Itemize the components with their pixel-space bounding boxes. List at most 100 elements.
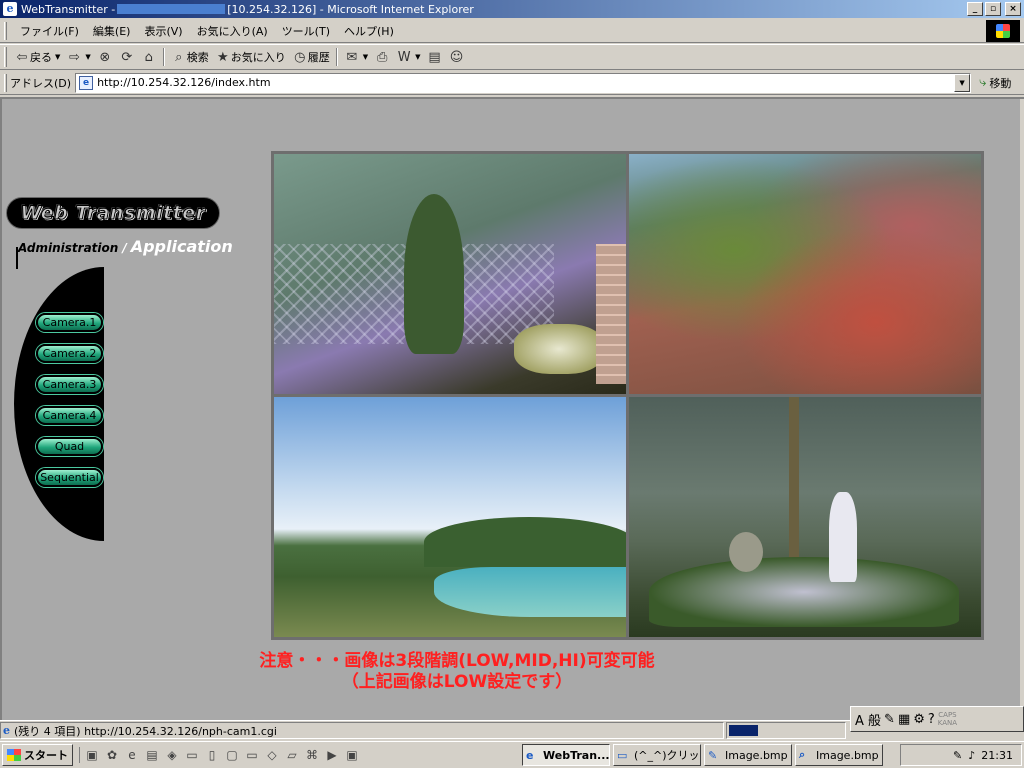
forward-button[interactable]: ⇨ ▼ — [63, 46, 93, 68]
task-image-viewer[interactable]: ⌕ Image.bmp ... — [795, 744, 883, 766]
ime-help-icon[interactable]: ? — [928, 712, 935, 727]
quad-button[interactable]: Quad — [36, 437, 103, 456]
camera-4-feed — [629, 397, 981, 637]
folder-icon: ▭ — [617, 748, 628, 762]
task-folder[interactable]: ▭ (^_^)クリッ... — [613, 744, 701, 766]
refresh-icon: ⟳ — [121, 49, 133, 65]
address-input[interactable] — [97, 76, 938, 89]
print-icon: ⎙ — [376, 49, 388, 65]
stop-button[interactable]: ⊗ — [94, 46, 116, 68]
menu-view[interactable]: 表示(V) — [137, 23, 189, 39]
ql-desktop-icon[interactable]: ▣ — [84, 747, 100, 763]
clock[interactable]: 21:31 — [981, 749, 1013, 762]
cam4-flower-bed — [649, 557, 959, 627]
ime-toolbar: A 般 ✎ ▦ ⚙ ? CAPS KANA — [850, 706, 1024, 732]
menu-edit[interactable]: 編集(E) — [86, 23, 138, 39]
quality-notice: 注意・・・画像は3段階調(LOW,MID,HI)可変可能 （上記画像はLOW設定… — [2, 651, 902, 693]
ql-file-icon[interactable]: ▢ — [224, 747, 240, 763]
system-tray: ✎ ♪ 21:31 — [900, 744, 1022, 766]
menu-tools[interactable]: ツール(T) — [275, 23, 337, 39]
menu-file[interactable]: ファイル(F) — [13, 23, 86, 39]
camera-1-button[interactable]: Camera.1 — [36, 313, 103, 332]
minimize-button[interactable]: _ — [967, 2, 983, 16]
forward-dropdown-icon[interactable]: ▼ — [85, 53, 90, 61]
address-field[interactable]: e ▼ — [75, 72, 972, 93]
start-label: スタート — [24, 749, 68, 762]
ql-doc-icon[interactable]: ▤ — [144, 747, 160, 763]
mail-dropdown-icon[interactable]: ▼ — [363, 53, 368, 61]
toolbar-grip[interactable] — [4, 47, 7, 67]
history-label: 履歴 — [307, 51, 330, 64]
notice-line-2: （上記画像はLOW設定です） — [341, 672, 573, 692]
task-label: Image.bmp ... — [816, 748, 882, 762]
ie-task-icon: e — [526, 748, 534, 762]
favorites-button[interactable]: ★ お気に入り — [212, 46, 289, 68]
back-button[interactable]: ⇦ 戻る ▼ — [11, 46, 63, 68]
back-dropdown-icon[interactable]: ▼ — [55, 53, 60, 61]
history-button[interactable]: ◷ 履歴 — [289, 46, 333, 68]
ql-tool-icon[interactable]: ⌘ — [304, 747, 320, 763]
home-button[interactable]: ⌂ — [138, 46, 160, 68]
status-progress — [726, 722, 846, 739]
ql-shape-icon[interactable]: ◇ — [264, 747, 280, 763]
discuss-button[interactable]: ▤ — [424, 46, 446, 68]
mail-button[interactable]: ✉ ▼ — [341, 46, 371, 68]
content-edge — [1020, 99, 1024, 720]
camera-3-button[interactable]: Camera.3 — [36, 375, 103, 394]
ie-page-icon: e — [3, 2, 17, 16]
ql-network-icon[interactable]: ✿ — [104, 747, 120, 763]
ime-dictionary-icon[interactable]: ✎ — [884, 712, 895, 727]
sequential-button[interactable]: Sequential — [36, 468, 103, 487]
task-label: Image.bmp ... — [725, 748, 791, 762]
address-dropdown-icon[interactable]: ▼ — [954, 73, 971, 92]
cam1-brick-wall — [596, 244, 626, 384]
edit-button[interactable]: W ▼ — [393, 46, 423, 68]
print-button[interactable]: ⎙ — [371, 46, 393, 68]
ime-tools-icon[interactable]: ⚙ — [913, 712, 925, 727]
volume-icon[interactable]: ♪ — [968, 749, 975, 762]
edit-dropdown-icon[interactable]: ▼ — [415, 53, 420, 61]
ql-note-icon[interactable]: ▭ — [244, 747, 260, 763]
address-grip[interactable] — [4, 73, 7, 92]
go-button[interactable]: ⤷ 移動 — [979, 75, 1011, 91]
caps-kana-indicator: CAPS KANA — [937, 711, 958, 727]
maximize-button[interactable]: ▫ — [985, 2, 1001, 16]
application-link[interactable]: Application — [131, 237, 233, 256]
ql-window-icon[interactable]: ▭ — [184, 747, 200, 763]
menu-help[interactable]: ヘルプ(H) — [337, 23, 401, 39]
menu-bar: ファイル(F) 編集(E) 表示(V) お気に入り(A) ツール(T) ヘルプ(… — [0, 19, 1024, 43]
web-transmitter-logo: Web Transmitter — [6, 197, 220, 229]
ql-folder-icon[interactable]: ▯ — [204, 747, 220, 763]
camera-4-button[interactable]: Camera.4 — [36, 406, 103, 425]
ime-pad-icon[interactable]: ▦ — [898, 712, 910, 727]
windows-flag-icon — [7, 749, 21, 761]
close-button[interactable]: × — [1005, 2, 1021, 16]
ql-app-icon[interactable]: ◈ — [164, 747, 180, 763]
task-buttons: eWebTran... ▭(^_^)クリッ... ✎Image.bmp ... … — [522, 744, 883, 766]
windows-logo-icon — [986, 20, 1020, 42]
mode-separator: / — [122, 241, 127, 255]
administration-link[interactable]: Administration — [18, 241, 118, 255]
tray-pen-icon[interactable]: ✎ — [953, 749, 962, 762]
status-message: (残り 4 項目) http://10.254.32.126/nph-cam1.… — [14, 724, 277, 738]
ql-ie-icon[interactable]: e — [124, 747, 140, 763]
refresh-button[interactable]: ⟳ — [116, 46, 138, 68]
window-title: WebTransmitter - [10.254.32.126] - Micro… — [21, 3, 474, 16]
page-content: Web Transmitter Administration / Applicati… — [0, 97, 1024, 720]
task-image-paint[interactable]: ✎ Image.bmp ... — [704, 744, 792, 766]
camera-2-button[interactable]: Camera.2 — [36, 344, 103, 363]
task-webtransmitter[interactable]: e WebTran... — [522, 744, 610, 766]
ql-media-icon[interactable]: ▶ — [324, 747, 340, 763]
search-button[interactable]: ⌕ 検索 — [168, 46, 212, 68]
messenger-button[interactable]: ☺ — [446, 46, 468, 68]
back-label: 戻る — [30, 51, 52, 64]
notice-line-1: 注意・・・画像は3段階調(LOW,MID,HI)可変可能 — [259, 651, 655, 671]
ql-monitor-icon[interactable]: ▣ — [344, 747, 360, 763]
menu-favorites[interactable]: お気に入り(A) — [190, 23, 275, 39]
start-button[interactable]: スタート — [2, 744, 73, 766]
ql-paper-icon[interactable]: ▱ — [284, 747, 300, 763]
cam4-statue — [829, 492, 857, 582]
menu-grip[interactable] — [4, 21, 7, 40]
ime-mode[interactable]: A 般 — [855, 710, 881, 729]
word-edit-icon: W — [397, 49, 411, 65]
